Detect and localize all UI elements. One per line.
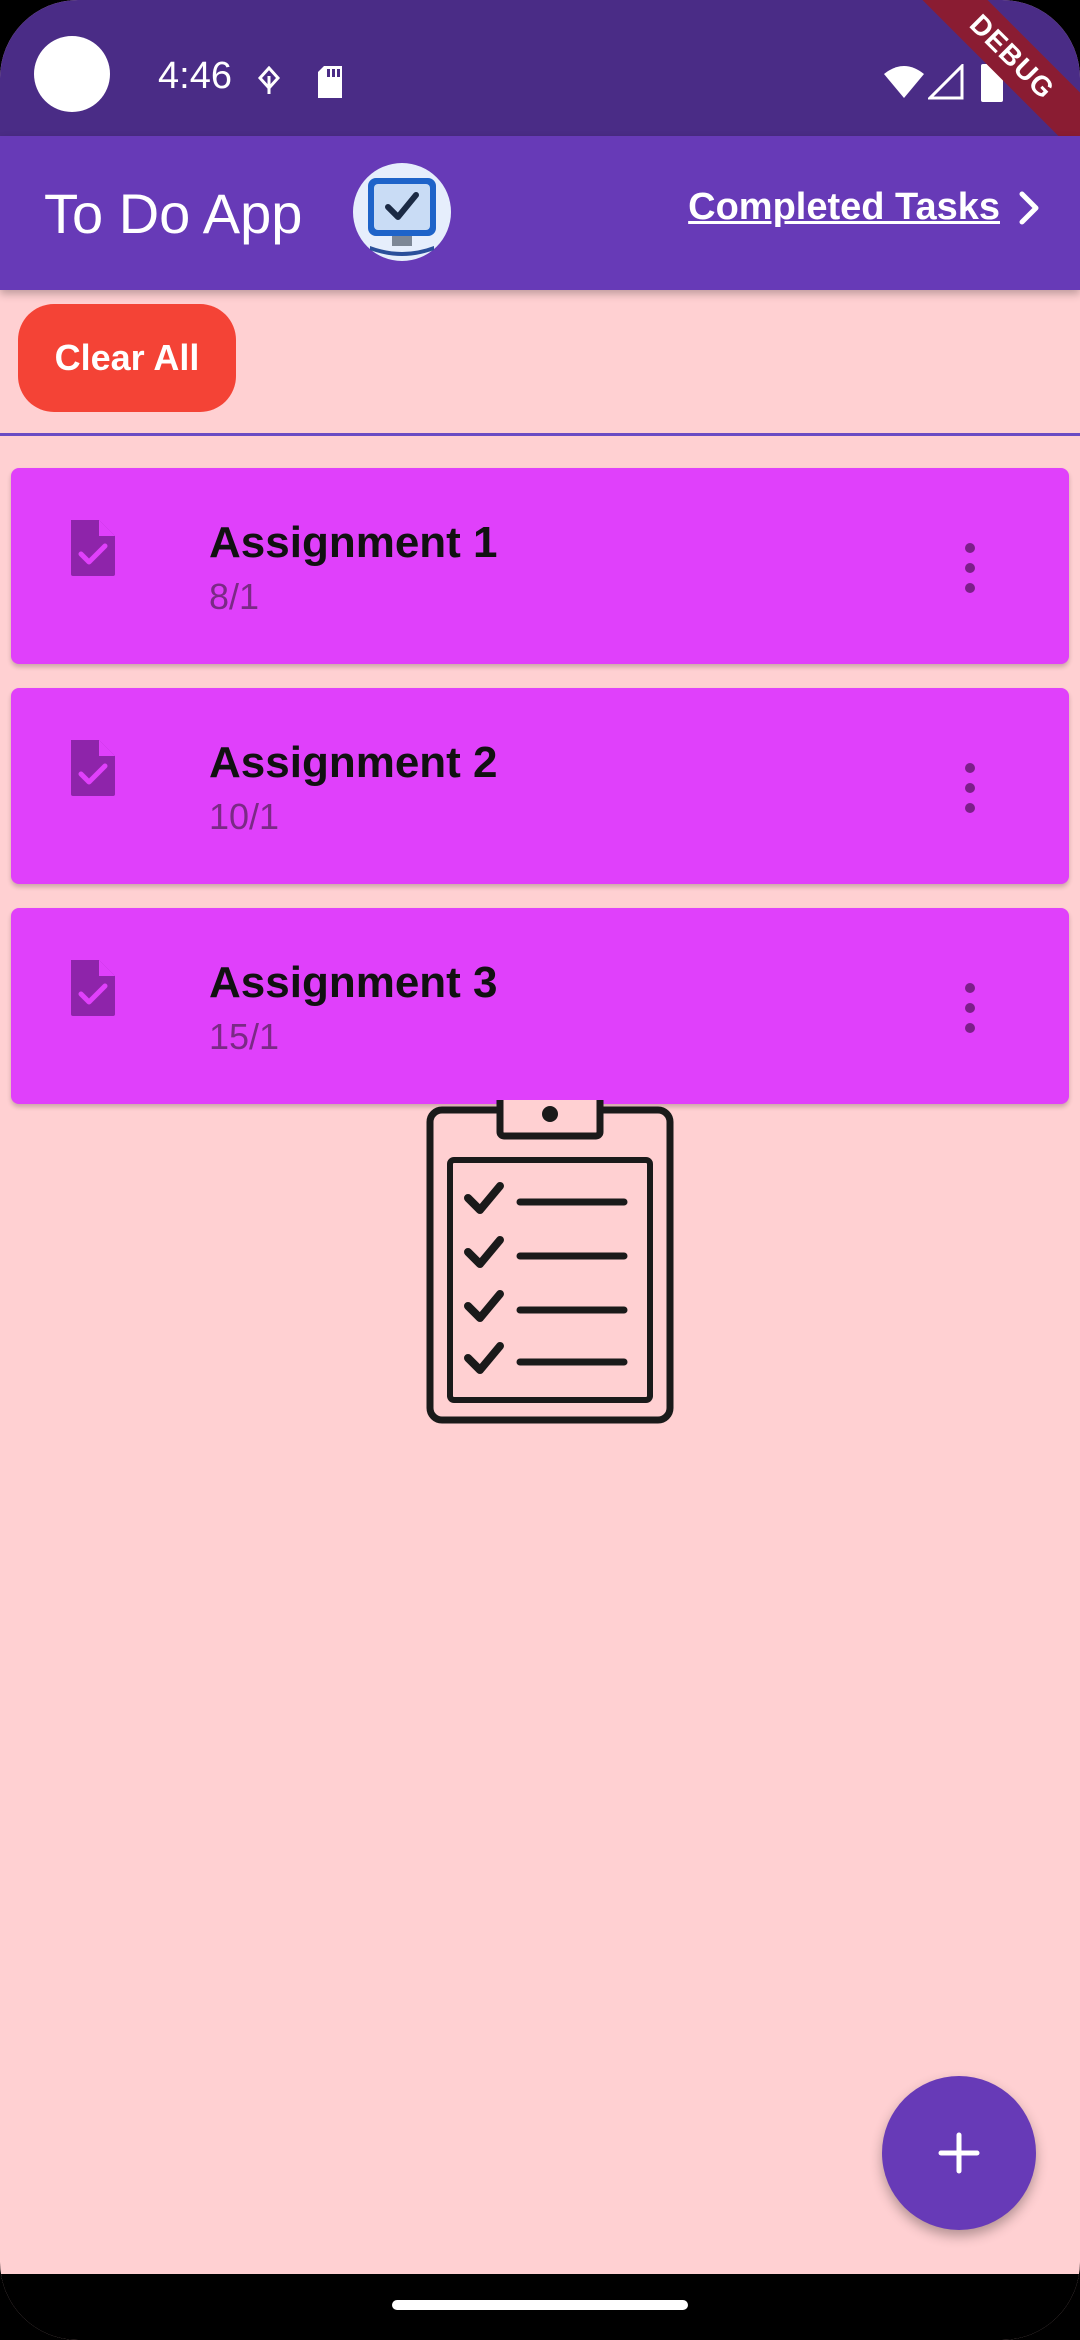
cell-signal-icon	[928, 64, 964, 100]
task-list: Assignment 1 8/1 Assignment 2 10/1 Assig…	[11, 468, 1069, 1128]
task-date: 8/1	[209, 576, 260, 617]
wifi-icon	[884, 66, 924, 98]
add-task-button[interactable]	[882, 2076, 1036, 2230]
task-card[interactable]: Assignment 3 15/1	[11, 908, 1069, 1104]
screen: 4:46 DEBUG To Do App Completed Tasks Cle…	[0, 0, 1080, 2340]
app-bar: To Do App Completed Tasks	[0, 136, 1080, 290]
more-vert-icon[interactable]	[955, 760, 985, 816]
clear-all-button[interactable]: Clear All	[18, 304, 236, 412]
task-file-check-icon	[71, 740, 115, 796]
status-time: 4:46	[158, 55, 232, 97]
app-logo-icon	[353, 163, 451, 261]
camera-cutout	[34, 36, 110, 112]
task-card[interactable]: Assignment 1 8/1	[11, 468, 1069, 664]
task-file-check-icon	[71, 520, 115, 576]
task-file-check-icon	[71, 960, 115, 1016]
task-title: Assignment 2	[209, 738, 498, 787]
task-card[interactable]: Assignment 2 10/1	[11, 688, 1069, 884]
task-date: 15/1	[209, 1016, 280, 1057]
chevron-right-icon	[1019, 191, 1039, 224]
task-date: 10/1	[209, 796, 280, 837]
task-title: Assignment 1	[209, 518, 498, 567]
divider	[0, 433, 1080, 436]
status-bar: 4:46 DEBUG	[0, 0, 1080, 187]
more-vert-icon[interactable]	[955, 980, 985, 1036]
app-title: To Do App	[44, 182, 303, 245]
home-indicator[interactable]	[392, 2300, 688, 2310]
data-saver-icon	[257, 66, 281, 94]
more-vert-icon[interactable]	[955, 540, 985, 596]
plus-icon	[938, 2132, 980, 2174]
clipboard-checklist-icon	[426, 1100, 674, 1424]
completed-tasks-link[interactable]: Completed Tasks	[688, 186, 1040, 229]
sd-card-icon	[318, 66, 342, 98]
completed-tasks-label: Completed Tasks	[688, 186, 1000, 228]
task-title: Assignment 3	[209, 958, 498, 1007]
